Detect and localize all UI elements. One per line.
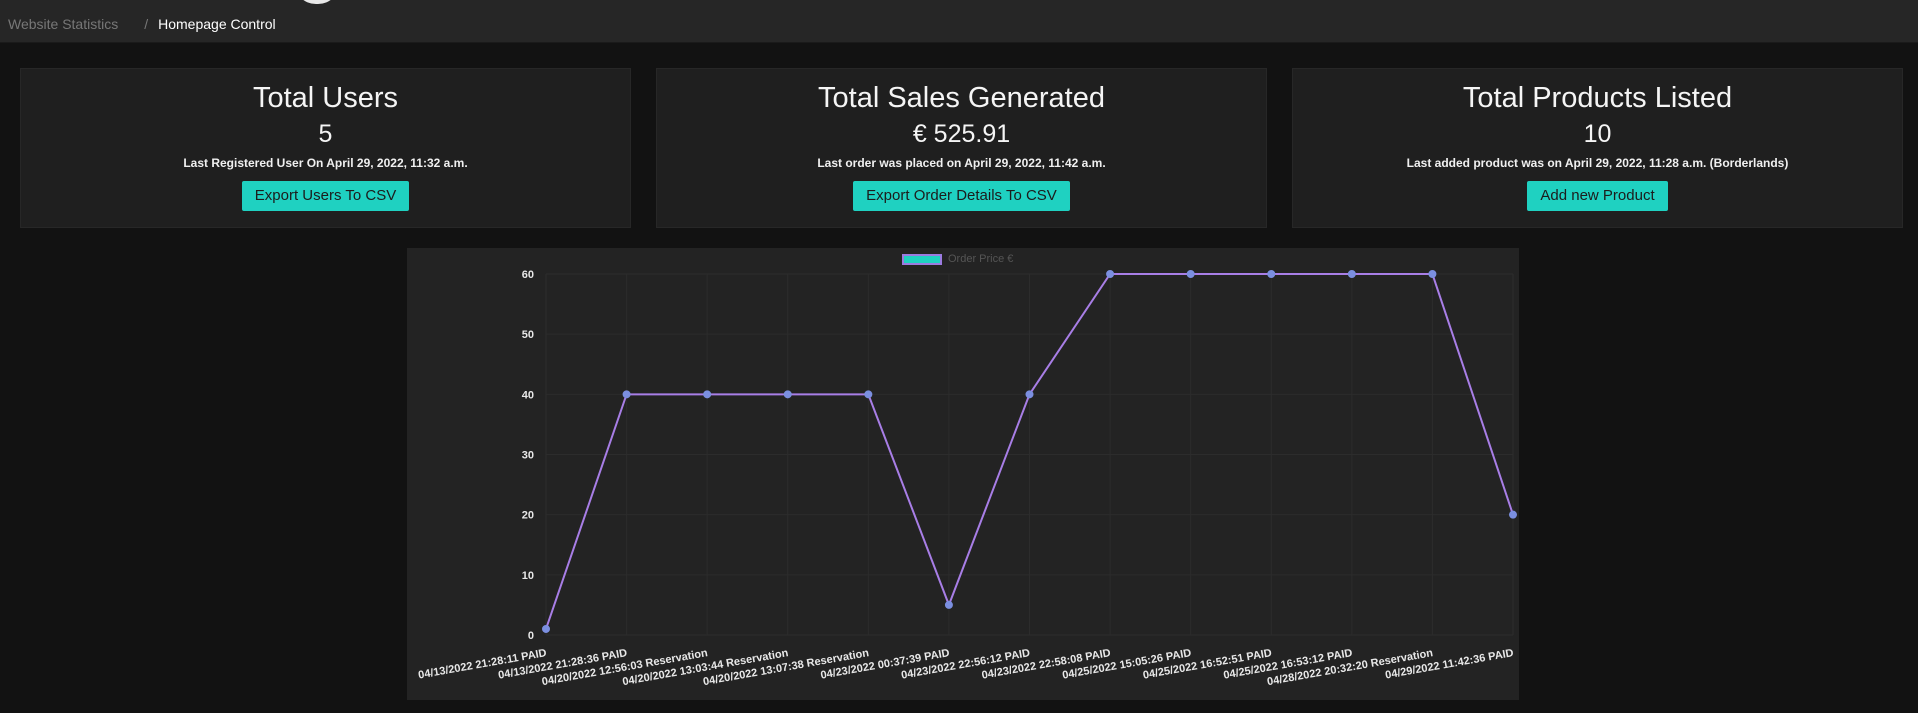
total-products-card: Total Products Listed 10 Last added prod… bbox=[1292, 68, 1903, 228]
add-product-button[interactable]: Add new Product bbox=[1527, 181, 1668, 211]
data-point bbox=[542, 624, 550, 633]
export-users-button[interactable]: Export Users To CSV bbox=[241, 181, 410, 211]
data-point bbox=[1509, 510, 1517, 519]
breadcrumb-current: Homepage Control bbox=[158, 16, 276, 32]
y-tick-label: 60 bbox=[522, 269, 534, 281]
y-tick-label: 50 bbox=[522, 329, 534, 341]
card-title: Total Sales Generated bbox=[818, 82, 1105, 114]
breadcrumb-website-statistics[interactable]: Website Statistics bbox=[8, 16, 118, 32]
card-note: Last added product was on April 29, 2022… bbox=[1406, 156, 1789, 170]
y-tick-label: 40 bbox=[522, 389, 534, 401]
card-value: 10 bbox=[1583, 120, 1612, 148]
breadcrumb-separator: / bbox=[144, 16, 149, 32]
data-point bbox=[1186, 270, 1195, 278]
data-point bbox=[1428, 270, 1437, 278]
data-point bbox=[1106, 270, 1115, 278]
card-note: Last Registered User On April 29, 2022, … bbox=[183, 156, 468, 170]
data-point bbox=[703, 390, 712, 399]
logo[interactable] bbox=[294, 0, 340, 4]
data-point bbox=[783, 390, 792, 399]
data-point bbox=[1267, 270, 1276, 278]
card-value: 5 bbox=[318, 120, 333, 148]
total-sales-card: Total Sales Generated € 525.91 Last orde… bbox=[656, 68, 1267, 228]
card-title: Total Products Listed bbox=[1462, 82, 1733, 114]
export-orders-button[interactable]: Export Order Details To CSV bbox=[853, 181, 1070, 211]
y-tick-label: 10 bbox=[522, 570, 534, 582]
card-value: € 525.91 bbox=[912, 120, 1011, 148]
data-point bbox=[1025, 390, 1034, 399]
data-point bbox=[944, 600, 953, 609]
y-tick-label: 30 bbox=[522, 450, 534, 462]
card-note: Last order was placed on April 29, 2022,… bbox=[817, 156, 1106, 170]
data-point bbox=[1347, 270, 1356, 278]
breadcrumb: Website Statistics / Homepage Control bbox=[8, 16, 276, 32]
total-users-card: Total Users 5 Last Registered User On Ap… bbox=[20, 68, 631, 228]
card-title: Total Users bbox=[252, 82, 399, 114]
y-tick-label: 0 bbox=[528, 630, 534, 642]
order-price-chart: Order Price € 0 10 20 30 40 50 60 04/13/2022 21… bbox=[407, 248, 1519, 700]
data-point bbox=[864, 390, 873, 399]
data-point bbox=[622, 390, 631, 399]
y-tick-label: 20 bbox=[522, 510, 534, 522]
top-bar: Website Statistics / Homepage Control bbox=[0, 0, 1918, 43]
chart-canvas: 010203040506004/13/2022 21:28:11 PAID04/… bbox=[417, 269, 1517, 688]
